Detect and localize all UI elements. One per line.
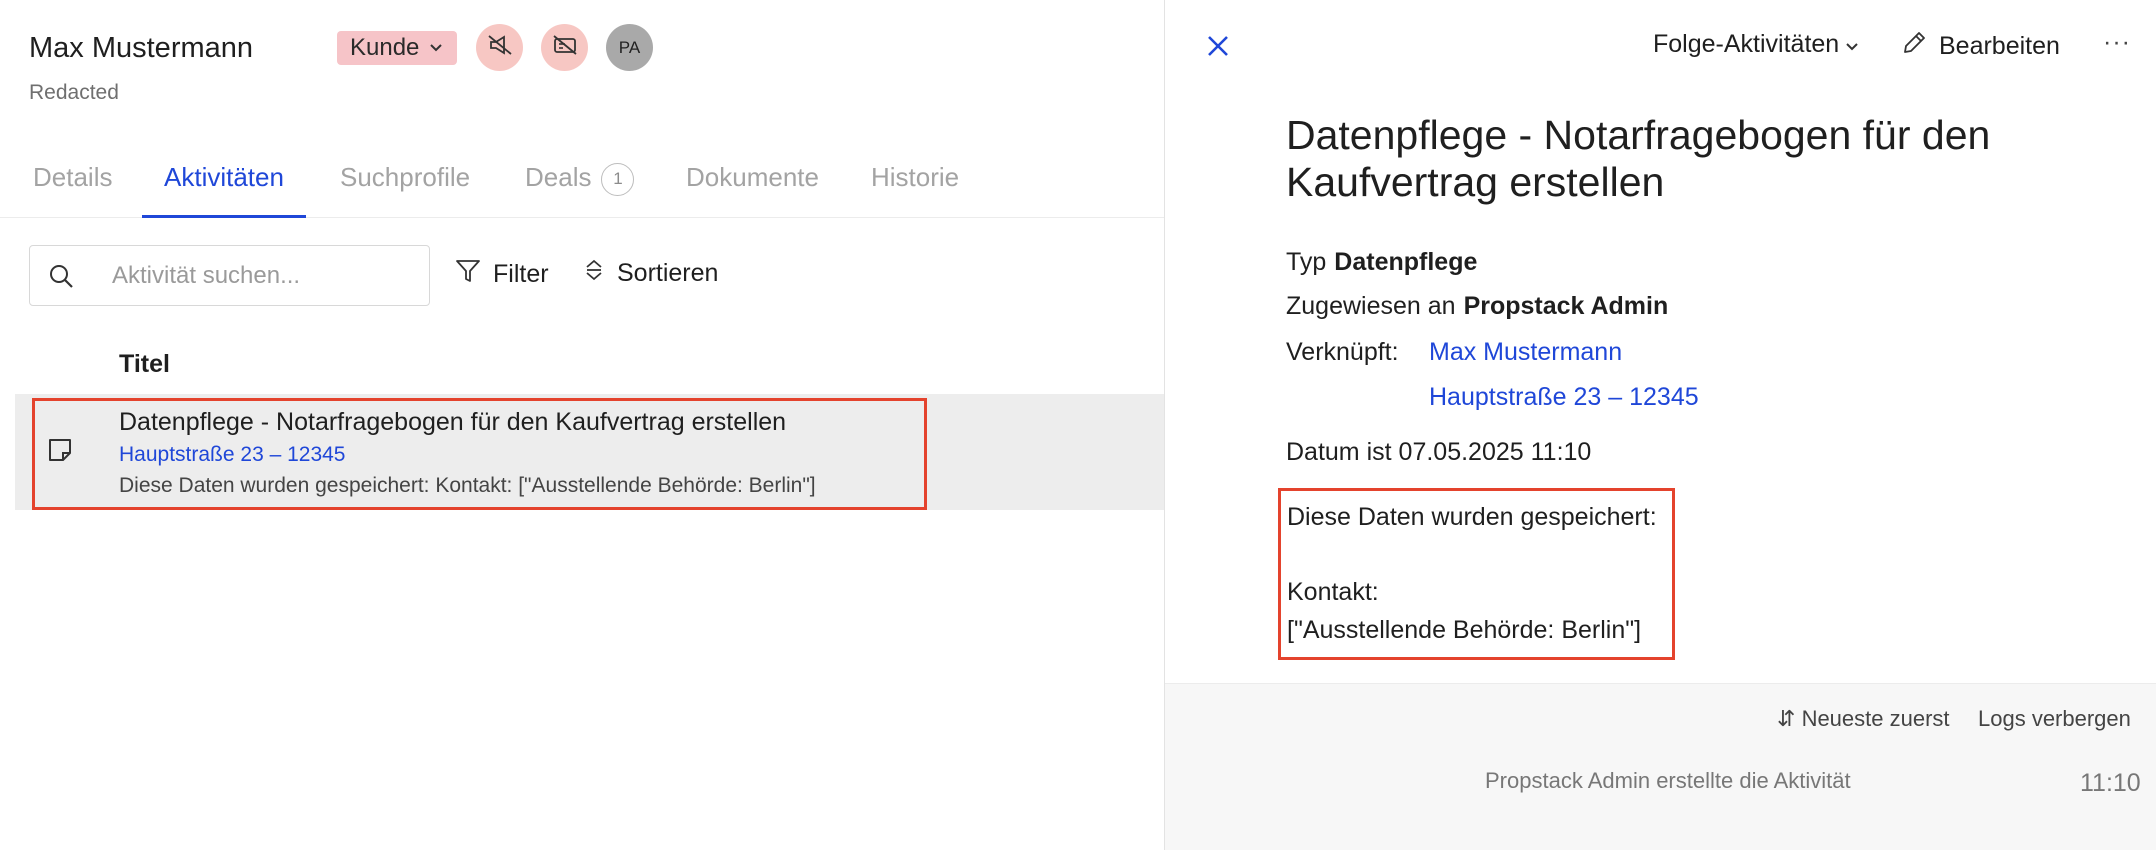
body-line: Diese Daten wurden gespeichert:	[1287, 503, 1657, 531]
log-entry-text: Propstack Admin erstellte die Aktivität	[1485, 768, 1851, 793]
pencil-icon	[1901, 30, 1927, 63]
tab-suchprofile[interactable]: Suchprofile	[340, 162, 470, 218]
no-newsletter-button[interactable]	[476, 24, 523, 71]
body-line: Kontakt:	[1287, 578, 1379, 606]
avatar[interactable]: PA	[606, 24, 653, 71]
filter-button[interactable]: Filter	[455, 258, 549, 291]
logs-section: ⇵ Neueste zuerst Logs verbergen Propstac…	[1165, 683, 2156, 850]
date-value: 07.05.2025 11:10	[1398, 438, 1592, 466]
sort-icon	[583, 258, 605, 289]
contact-name: Max Mustermann	[29, 32, 254, 64]
tab-deals[interactable]: Deals 1	[525, 162, 635, 218]
activity-title: Datenpflege - Notarfragebogen für den Ka…	[119, 408, 787, 436]
edit-label: Bearbeiten	[1939, 32, 2060, 60]
activity-body: Diese Daten wurden gespeichert: Kontakt:…	[1278, 488, 1675, 660]
assigned-label: Zugewiesen an	[1286, 292, 1456, 320]
log-entry-time: 11:10	[2080, 769, 2141, 797]
linked-property-link[interactable]: Hauptstraße 23 – 12345	[1429, 383, 1699, 412]
linked-label: Verknüpft:	[1286, 338, 1399, 366]
chevron-down-icon	[429, 40, 443, 56]
note-icon	[46, 436, 74, 469]
logs-sort-label: Neueste zuerst	[1801, 706, 1950, 731]
megaphone-off-icon	[487, 34, 513, 61]
follow-up-dropdown[interactable]: Folge-Aktivitäten	[1653, 30, 1859, 59]
logs-sort-button[interactable]: ⇵ Neueste zuerst	[1777, 706, 1950, 732]
sort-label: Sortieren	[617, 259, 719, 287]
type-value: Datenpflege	[1334, 248, 1478, 276]
detail-title: Datenpflege - Notarfragebogen für den Ka…	[1286, 112, 1991, 205]
type-row: Typ Datenpflege	[1286, 248, 1477, 277]
no-calls-button[interactable]	[541, 24, 588, 71]
follow-up-label: Folge-Aktivitäten	[1653, 30, 1840, 58]
activity-detail-pane: Folge-Aktivitäten Bearbeiten ··· Datenpf…	[1165, 0, 2156, 850]
tab-dokumente[interactable]: Dokumente	[686, 162, 819, 218]
edit-button[interactable]: Bearbeiten	[1901, 30, 2060, 63]
tab-deals-label: Deals	[525, 162, 592, 192]
id-card-off-icon	[552, 34, 578, 61]
close-icon[interactable]	[1205, 33, 1231, 64]
tab-details[interactable]: Details	[33, 162, 112, 218]
type-label: Typ	[1286, 248, 1327, 276]
more-options-button[interactable]: ···	[2103, 28, 2131, 57]
activity-search	[29, 245, 430, 306]
linked-contact-link[interactable]: Max Mustermann	[1429, 338, 1622, 367]
deals-count-badge: 1	[601, 162, 635, 196]
column-header-title: Titel	[119, 350, 170, 378]
contact-subtitle: Redacted	[29, 81, 119, 104]
activity-property-link[interactable]: Hauptstraße 23 – 12345	[119, 443, 346, 467]
filter-label: Filter	[493, 260, 549, 288]
hide-logs-button[interactable]: Logs verbergen	[1978, 706, 2131, 732]
search-icon	[30, 263, 92, 289]
status-badge-dropdown[interactable]: Kunde	[337, 31, 458, 65]
assigned-row: Zugewiesen an Propstack Admin	[1286, 292, 1668, 321]
status-badge-label: Kunde	[350, 34, 420, 61]
date-row: Datum ist 07.05.2025 11:10	[1286, 438, 1591, 467]
table-row[interactable]: Datenpflege - Notarfragebogen für den Ka…	[15, 394, 1164, 510]
assigned-value: Propstack Admin	[1463, 292, 1669, 320]
tab-bar: Details Aktivitäten Suchprofile Deals 1 D…	[0, 150, 1164, 218]
date-label: Datum ist	[1286, 438, 1392, 466]
tab-aktivitaeten[interactable]: Aktivitäten	[142, 162, 306, 218]
search-input[interactable]	[112, 261, 422, 290]
filter-icon	[455, 258, 481, 291]
body-line: ["Ausstellende Behörde: Berlin"]	[1287, 616, 1642, 644]
contact-pane: Max Mustermann Redacted Kunde PA Details…	[0, 0, 1164, 850]
sort-arrows-icon: ⇵	[1777, 706, 1796, 731]
tab-historie[interactable]: Historie	[871, 162, 959, 218]
sort-button[interactable]: Sortieren	[583, 258, 718, 289]
activity-description: Diese Daten wurden gespeichert: Kontakt:…	[119, 474, 816, 497]
chevron-down-icon	[1845, 30, 1859, 59]
